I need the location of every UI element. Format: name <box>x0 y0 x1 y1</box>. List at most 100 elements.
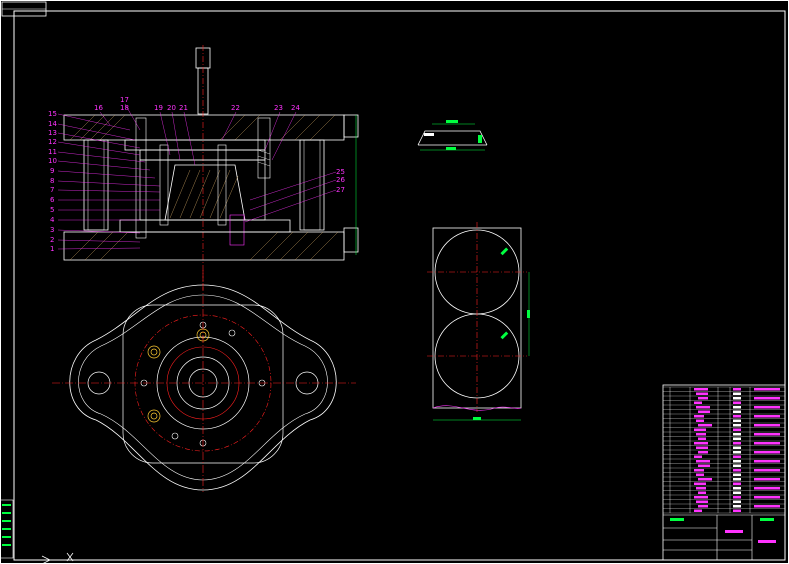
bom-material <box>754 388 780 391</box>
bom-part-name <box>694 482 706 485</box>
designer-text <box>670 518 684 521</box>
bom-quantity <box>733 446 741 449</box>
part-label: 15 <box>48 110 57 118</box>
bom-part-name <box>694 415 704 418</box>
part-label: 24 <box>291 104 300 112</box>
bom-quantity <box>733 455 741 458</box>
bom-material <box>754 433 780 436</box>
bom-quantity <box>733 410 741 413</box>
bom-quantity <box>733 487 741 490</box>
part-label: 17 <box>120 96 129 104</box>
cap-bottom-dimension-text <box>446 147 456 150</box>
punch-hatch <box>169 169 239 219</box>
screw-hole <box>228 329 236 337</box>
upper-die-plate <box>63 114 345 141</box>
bom-part-name <box>698 491 706 494</box>
right-leaders <box>244 171 337 223</box>
left-guide-post <box>83 139 109 231</box>
revision-entry <box>2 504 11 506</box>
revision-entry <box>2 512 11 514</box>
bom-part-name <box>696 446 708 449</box>
bom-part-name <box>696 500 708 503</box>
bom-material <box>754 451 780 454</box>
part-label: 7 <box>50 186 54 194</box>
bom-material <box>754 487 780 490</box>
revision-entry <box>2 536 11 538</box>
right-guide-post <box>299 139 325 231</box>
bom-part-name <box>696 460 710 463</box>
part-label: 22 <box>231 104 240 112</box>
dowel-hole-inner <box>150 348 158 356</box>
revision-block <box>0 499 14 559</box>
cad-drawing-canvas[interactable]: 15 14 13 12 11 10 9 8 7 6 5 4 3 2 1 16 1… <box>0 0 789 564</box>
bom-quantity <box>733 433 741 436</box>
blank-holder-spring <box>229 214 245 246</box>
dowel-hole <box>147 345 161 359</box>
strip-layout-view <box>427 222 530 421</box>
bom-quantity <box>733 415 741 418</box>
part-label: 2 <box>50 236 54 244</box>
lower-die-plate <box>119 219 291 233</box>
bom-quantity <box>733 491 741 494</box>
bom-material <box>754 460 780 463</box>
outer-sheet-border <box>0 0 789 564</box>
left-ejector-pin <box>159 144 169 226</box>
bom-part-name <box>698 424 712 427</box>
revision-entry <box>2 520 11 522</box>
drawing-title-text <box>725 530 743 533</box>
bom-part-name <box>696 392 708 395</box>
bom-grid <box>663 386 785 514</box>
bom-material <box>754 469 780 472</box>
left-leaders <box>57 113 161 250</box>
bom-quantity <box>733 460 741 463</box>
bom-quantity <box>733 388 741 391</box>
bom-part-name <box>698 437 706 440</box>
bom-quantity <box>733 419 741 422</box>
part-label: 16 <box>94 104 103 112</box>
part-label: 1 <box>50 245 54 253</box>
section-view: 15 14 13 12 11 10 9 8 7 6 5 4 3 2 1 16 1… <box>48 45 359 290</box>
bom-quantity <box>733 505 741 508</box>
part-label: 3 <box>50 226 54 234</box>
bom-quantity <box>733 464 741 467</box>
bom-part-name <box>698 451 708 454</box>
lower-base-hatch <box>69 231 339 261</box>
ucs-icon <box>14 552 74 564</box>
blank-diameter-text <box>500 247 509 256</box>
title-block <box>662 384 786 561</box>
bom-part-name <box>694 469 704 472</box>
spring-coils <box>257 149 271 167</box>
part-label: 6 <box>50 196 55 204</box>
bom-quantity <box>733 496 741 499</box>
bom-part-name <box>698 397 708 400</box>
bom-material <box>754 496 780 499</box>
part-label: 19 <box>154 104 163 112</box>
cap-thickness-note <box>478 135 482 143</box>
bom-quantity <box>733 397 741 400</box>
bom-quantity <box>733 424 741 427</box>
plan-view <box>52 270 356 492</box>
bom-part-name <box>694 442 708 445</box>
part-label: 10 <box>48 157 57 165</box>
bom-part-name <box>694 388 708 391</box>
bom-part-name <box>696 406 710 409</box>
bom-part-name <box>696 473 704 476</box>
right-guide-bushing <box>303 139 321 231</box>
screw-hole <box>171 432 179 440</box>
die-ring <box>139 159 266 221</box>
part-label: 25 <box>336 168 345 176</box>
bom-quantity <box>733 478 741 481</box>
left-guide-bushing <box>87 139 105 231</box>
bom-quantity <box>733 482 741 485</box>
bom-part-name <box>696 419 704 422</box>
bom-quantity <box>733 442 741 445</box>
part-label: 13 <box>48 129 57 137</box>
bom-material <box>754 397 780 400</box>
revision-entry <box>2 528 11 530</box>
cap-top-dimension-text <box>446 120 458 123</box>
part-label: 4 <box>50 216 55 224</box>
strip-width-text <box>473 417 481 420</box>
bom-material <box>754 424 780 427</box>
bom-quantity <box>733 469 741 472</box>
bom-part-name <box>694 509 702 512</box>
